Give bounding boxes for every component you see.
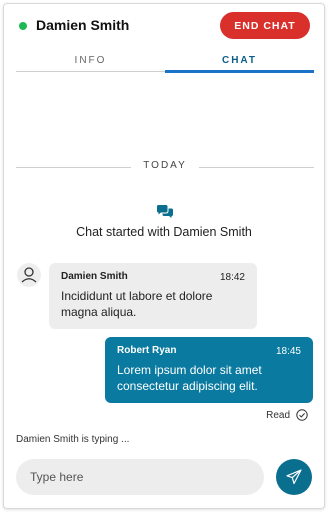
day-divider: TODAY xyxy=(16,159,314,175)
tab-chat[interactable]: CHAT xyxy=(165,52,314,73)
message-sender: Damien Smith xyxy=(61,271,128,282)
read-receipt: Read xyxy=(266,408,308,422)
tab-bar: INFO CHAT xyxy=(16,52,314,73)
tab-info[interactable]: INFO xyxy=(16,52,165,71)
message-text: Lorem ipsum dolor sit amet consectetur a… xyxy=(117,363,262,393)
day-divider-label: TODAY xyxy=(143,160,187,171)
chat-started-notice: Chat started with Damien Smith xyxy=(76,225,252,239)
divider-line-right xyxy=(199,167,314,168)
read-status-label: Read xyxy=(266,409,290,421)
message-sender: Robert Ryan xyxy=(117,345,177,356)
message-time: 18:45 xyxy=(275,346,301,357)
message-outgoing: Robert Ryan 18:45 Lorem ipsum dolor sit … xyxy=(105,337,313,403)
chat-panel: Damien Smith END CHAT INFO CHAT TODAY Ch… xyxy=(3,3,325,509)
send-button[interactable] xyxy=(276,459,312,495)
message-text: Incididunt ut labore et dolore magna ali… xyxy=(61,289,213,319)
check-circle-icon xyxy=(296,409,308,421)
chat-bubbles-icon xyxy=(157,205,173,218)
chat-header: Damien Smith END CHAT xyxy=(4,4,324,48)
end-chat-button[interactable]: END CHAT xyxy=(220,12,310,39)
message-input[interactable] xyxy=(16,459,264,495)
message-incoming: Damien Smith 18:42 Incididunt ut labore … xyxy=(49,263,257,329)
paper-plane-icon xyxy=(286,469,302,485)
user-avatar-icon xyxy=(17,263,41,287)
contact-name: Damien Smith xyxy=(36,17,130,33)
online-status-indicator xyxy=(19,22,27,30)
typing-indicator: Damien Smith is typing ... xyxy=(16,434,130,445)
message-time: 18:42 xyxy=(219,272,245,283)
